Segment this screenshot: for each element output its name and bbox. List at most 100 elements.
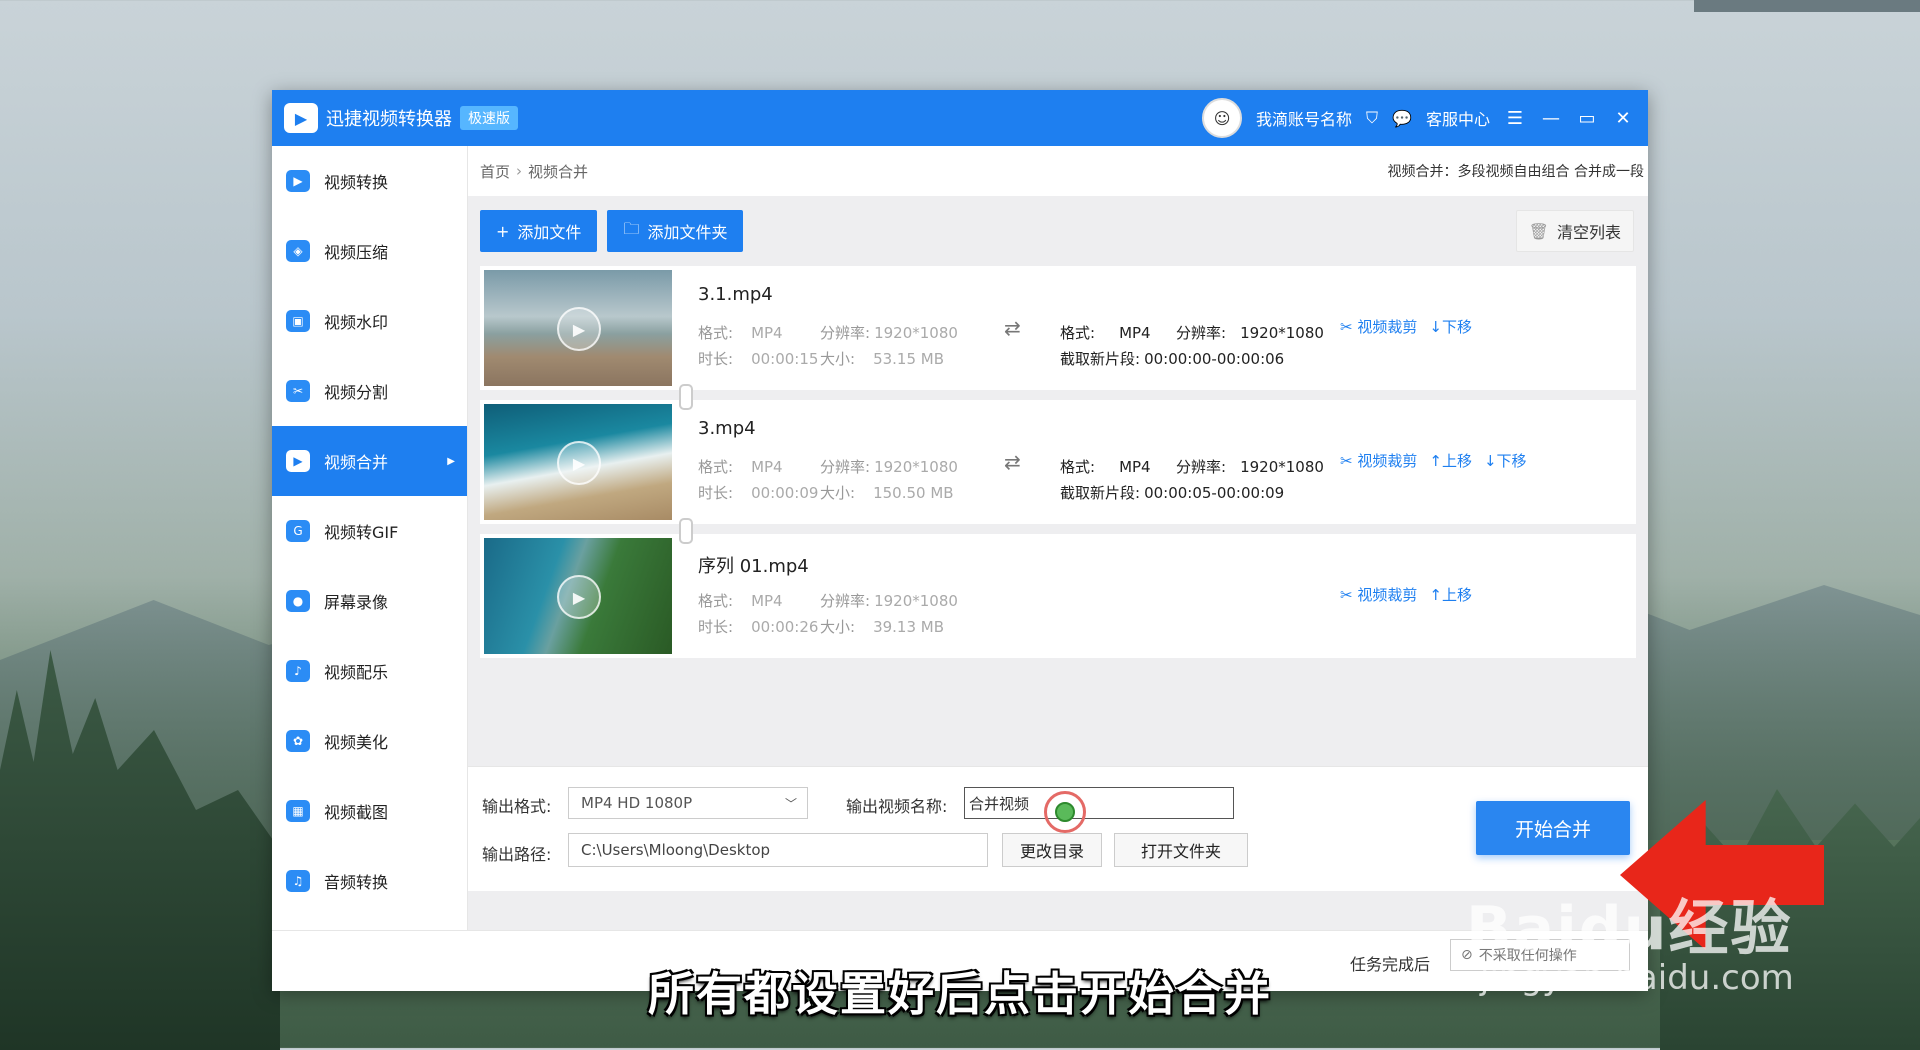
sidebar-item-video-beautify[interactable]: ✿ 视频美化 — [272, 706, 467, 776]
size-info: 大小: 53.15 MB — [820, 350, 945, 368]
format-info: 格式: MP4 — [698, 458, 783, 476]
sidebar-item-video-merge[interactable]: ▶ 视频合并 ▶ — [272, 426, 467, 496]
account-name[interactable]: 我滴账号名称 — [1256, 106, 1352, 130]
link-icon — [679, 518, 693, 544]
app-window: ▶ 迅捷视频转换器 极速版 ☺ 我滴账号名称 ⛉ 💬 客服中心 ☰ — ▭ ✕ … — [272, 90, 1648, 991]
play-icon[interactable]: ▶ — [557, 441, 601, 485]
move-down-button[interactable]: ↓下移 — [1429, 316, 1472, 337]
play-icon[interactable]: ▶ — [557, 307, 601, 351]
arrow-down-icon: ↓ — [1429, 318, 1442, 336]
add-folder-label: 添加文件夹 — [647, 223, 728, 242]
video-thumbnail[interactable]: ▶ — [484, 538, 672, 654]
duration-info: 时长: 00:00:26 — [698, 618, 819, 636]
arrow-up-icon: ↑ — [1429, 452, 1442, 470]
plus-icon: + — [496, 221, 510, 241]
open-folder-button[interactable]: 打开文件夹 — [1114, 833, 1248, 867]
video-watermark-icon: ▣ — [286, 310, 310, 332]
breadcrumb-home[interactable]: 首页 — [480, 161, 510, 182]
feature-description: 视频合并：多段视频自由组合 合并成一段 — [1387, 164, 1644, 180]
move-up-button[interactable]: ↑上移 — [1429, 584, 1472, 605]
video-merge-icon: ▶ — [286, 450, 310, 472]
output-format-select[interactable]: MP4 HD 1080P ﹀ — [568, 787, 808, 819]
sidebar-item-label: 视频分割 — [324, 383, 389, 402]
play-icon[interactable]: ▶ — [557, 575, 601, 619]
sidebar-item-video-convert[interactable]: ▶ 视频转换 — [272, 146, 467, 216]
sidebar-item-video-music[interactable]: ♪ 视频配乐 — [272, 636, 467, 706]
list-item: ▶ 3.1.mp4 格式: MP4 分辨率: 1920*1080 时长: 00:00:… — [480, 266, 1636, 390]
sidebar-item-label: 视频压缩 — [324, 243, 389, 262]
file-name: 3.1.mp4 — [698, 284, 773, 305]
sidebar-item-label: 视频转换 — [324, 173, 389, 192]
sidebar-item-video-screenshot[interactable]: ▦ 视频截图 — [272, 776, 467, 846]
title-right-group: ☺ 我滴账号名称 ⛉ 💬 客服中心 ☰ — ▭ ✕ — [1202, 90, 1634, 146]
output-path-label: 输出路径: — [482, 845, 552, 864]
shuffle-icon: ⇄ — [1004, 316, 1021, 340]
avatar[interactable]: ☺ — [1202, 98, 1243, 138]
breadcrumb-current: 视频合并 — [528, 162, 589, 181]
video-thumbnail[interactable]: ▶ — [484, 404, 672, 520]
scissors-icon: ✂ — [1340, 586, 1358, 604]
video-compress-icon: ◈ — [286, 240, 310, 262]
file-list: ▶ 3.1.mp4 格式: MP4 分辨率: 1920*1080 时长: 00:00:… — [480, 266, 1636, 668]
breadcrumb: 首页 › 视频合并 视频合并：多段视频自由组合 合并成一段 — [468, 146, 1648, 196]
minimize-icon[interactable]: — — [1540, 108, 1562, 129]
sidebar-item-label: 屏幕录像 — [324, 593, 389, 612]
cursor-icon — [1055, 802, 1075, 822]
format-info: 格式: MP4 — [698, 592, 783, 610]
start-merge-button[interactable]: 开始合并 — [1476, 801, 1630, 855]
sidebar-item-video-gif[interactable]: G 视频转GIF — [272, 496, 467, 566]
sidebar-item-label: 音频转换 — [324, 873, 389, 892]
shield-icon[interactable]: ⛉ — [1366, 108, 1378, 128]
shuffle-icon: ⇄ — [1004, 450, 1021, 474]
video-gif-icon: G — [286, 520, 310, 542]
output-resolution-info: 分辨率: 1920*1080 — [1176, 324, 1324, 342]
folder-icon: 🗀 — [623, 218, 640, 238]
maximize-icon[interactable]: ▭ — [1576, 108, 1598, 129]
clip-info: 截取新片段: 00:00:05-00:00:09 — [1060, 484, 1285, 502]
sidebar-item-label: 视频美化 — [324, 733, 389, 752]
resolution-info: 分辨率: 1920*1080 — [820, 324, 958, 342]
arrow-up-icon: ↑ — [1429, 586, 1442, 604]
change-dir-button[interactable]: 更改目录 — [1002, 833, 1102, 867]
chevron-right-icon: ▶ — [447, 455, 455, 467]
video-screenshot-icon: ▦ — [286, 800, 310, 822]
item-actions: ✂ 视频裁剪 ↑上移 — [1340, 584, 1472, 605]
crop-button[interactable]: ✂ 视频裁剪 — [1340, 450, 1417, 471]
sidebar-item-video-compress[interactable]: ◈ 视频压缩 — [272, 216, 467, 286]
output-name-input[interactable] — [964, 787, 1234, 819]
clear-list-button[interactable]: 🗑 清空列表 — [1515, 210, 1634, 252]
sidebar-item-label: 视频转GIF — [324, 523, 399, 542]
add-folder-button[interactable]: 🗀 添加文件夹 — [607, 210, 744, 252]
duration-info: 时长: 00:00:09 — [698, 484, 819, 502]
output-format-info: 格式: MP4 — [1060, 458, 1151, 476]
breadcrumb-separator-icon: › — [516, 162, 523, 180]
output-path-field[interactable]: C:\Users\Mloong\Desktop — [568, 833, 988, 867]
item-actions: ✂ 视频裁剪 ↑上移 ↓下移 — [1340, 450, 1527, 471]
sidebar-item-audio-convert[interactable]: ♫ 音频转换 — [272, 846, 467, 916]
menu-icon[interactable]: ☰ — [1504, 108, 1526, 129]
crop-button[interactable]: ✂ 视频裁剪 — [1340, 584, 1417, 605]
video-thumbnail[interactable]: ▶ — [484, 270, 672, 386]
format-info: 格式: MP4 — [698, 324, 783, 342]
crop-button[interactable]: ✂ 视频裁剪 — [1340, 316, 1417, 337]
close-icon[interactable]: ✕ — [1612, 108, 1634, 129]
sidebar-item-video-watermark[interactable]: ▣ 视频水印 — [272, 286, 467, 356]
sidebar: ▶ 视频转换 ◈ 视频压缩 ▣ 视频水印 ✂ 视频分割 ▶ 视频合并 ▶ G 视频转GIF ●… — [272, 146, 468, 930]
sidebar-item-label: 视频配乐 — [324, 663, 389, 682]
item-actions: ✂ 视频裁剪 ↓下移 — [1340, 316, 1472, 337]
move-down-button[interactable]: ↓下移 — [1484, 450, 1527, 471]
sidebar-item-label: 视频水印 — [324, 313, 389, 332]
move-up-button[interactable]: ↑上移 — [1429, 450, 1472, 471]
link-icon — [679, 384, 693, 410]
chat-icon[interactable]: 💬 — [1392, 109, 1412, 128]
output-name-label: 输出视频名称: — [846, 797, 948, 816]
sidebar-item-video-split[interactable]: ✂ 视频分割 — [272, 356, 467, 426]
video-beautify-icon: ✿ — [286, 730, 310, 752]
service-center-link[interactable]: 客服中心 — [1426, 106, 1490, 130]
screen-record-icon: ● — [286, 590, 310, 612]
app-logo-icon: ▶ — [284, 103, 318, 133]
trash-icon: 🗑 — [1528, 221, 1549, 241]
video-subtitle: 所有都设置好后点击开始合并 — [648, 967, 1272, 1021]
add-file-button[interactable]: + 添加文件 — [480, 210, 598, 252]
sidebar-item-screen-record[interactable]: ● 屏幕录像 — [272, 566, 467, 636]
